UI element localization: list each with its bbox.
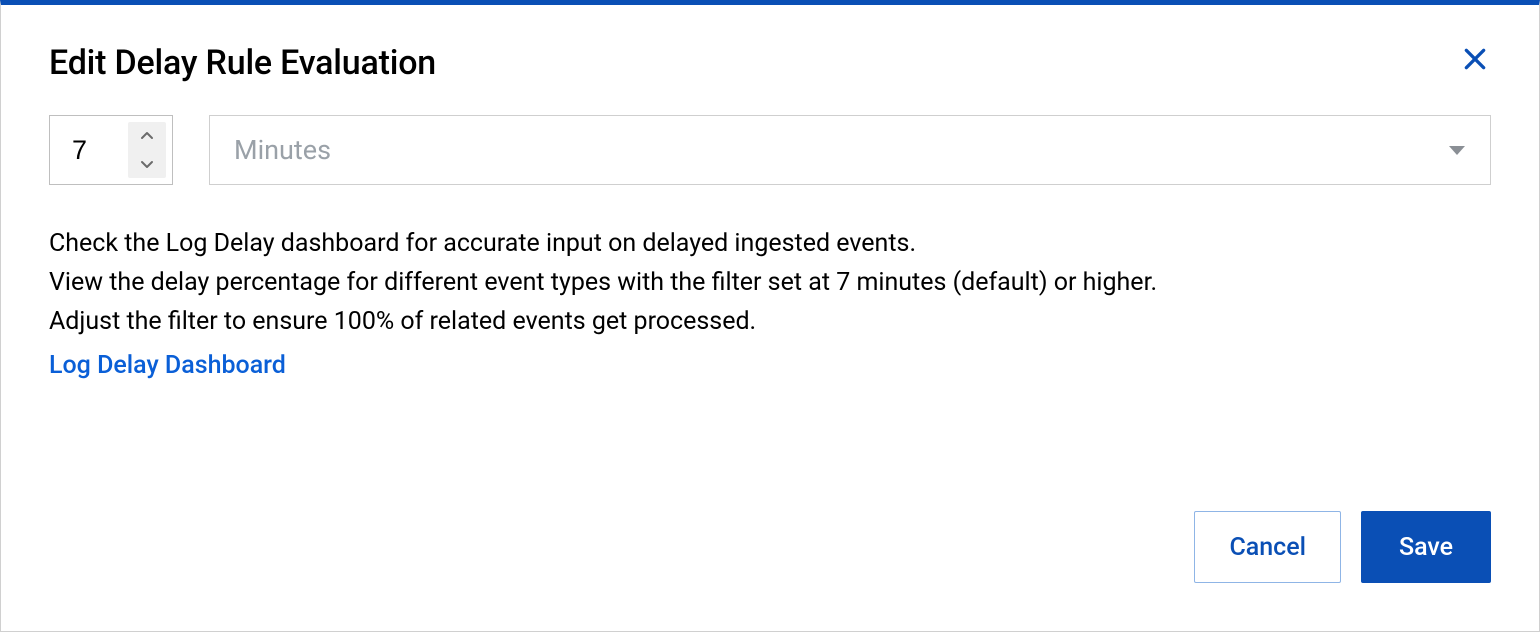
close-icon: [1462, 46, 1488, 72]
modal-header: Edit Delay Rule Evaluation: [49, 43, 1491, 83]
number-spinner: [128, 122, 166, 178]
close-button[interactable]: [1459, 43, 1491, 75]
save-button[interactable]: Save: [1361, 511, 1491, 583]
description-block: Check the Log Delay dashboard for accura…: [49, 225, 1491, 386]
description-line-2: View the delay percentage for different …: [49, 264, 1491, 303]
delay-unit-select[interactable]: Minutes: [209, 115, 1491, 185]
inputs-row: Minutes: [49, 115, 1491, 185]
description-line-1: Check the Log Delay dashboard for accura…: [49, 225, 1491, 264]
log-delay-dashboard-link[interactable]: Log Delay Dashboard: [49, 347, 286, 386]
delay-number-field[interactable]: [49, 115, 173, 185]
edit-delay-rule-modal: Edit Delay Rule Evaluation Minutes: [0, 0, 1540, 632]
caret-down-icon: [1448, 141, 1466, 160]
delay-unit-selected-label: Minutes: [234, 134, 331, 166]
chevron-up-icon: [140, 131, 154, 141]
spinner-down-button[interactable]: [128, 150, 166, 178]
chevron-down-icon: [140, 159, 154, 169]
cancel-button[interactable]: Cancel: [1194, 511, 1341, 583]
description-line-3: Adjust the filter to ensure 100% of rela…: [49, 303, 1491, 342]
spinner-up-button[interactable]: [128, 122, 166, 150]
delay-value-input[interactable]: [50, 116, 128, 184]
modal-footer: Cancel Save: [1194, 511, 1491, 583]
modal-title: Edit Delay Rule Evaluation: [49, 43, 436, 83]
